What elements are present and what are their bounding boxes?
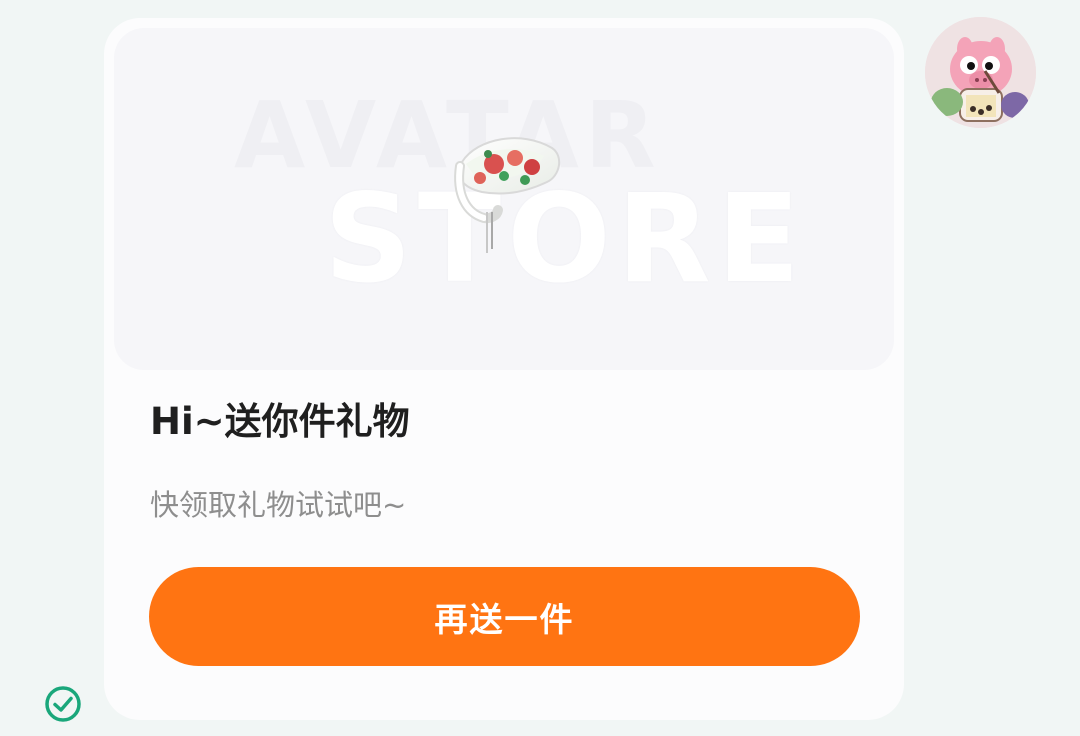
- cartoon-pig-avatar-icon: [925, 17, 1036, 128]
- gift-subtitle: 快领取礼物试试吧~: [150, 488, 407, 522]
- gift-item-image: [454, 137, 561, 253]
- gift-preview-banner[interactable]: AVATAR STORE: [114, 28, 894, 370]
- gift-message-card[interactable]: AVATAR STORE Hi~送你件礼物 快领取礼物试试吧~ 再送一件: [104, 18, 904, 720]
- check-circle-icon: [45, 686, 81, 722]
- avatar[interactable]: [925, 17, 1036, 128]
- gift-title: Hi~送你件礼物: [150, 400, 410, 443]
- send-again-button[interactable]: 再送一件: [149, 567, 860, 666]
